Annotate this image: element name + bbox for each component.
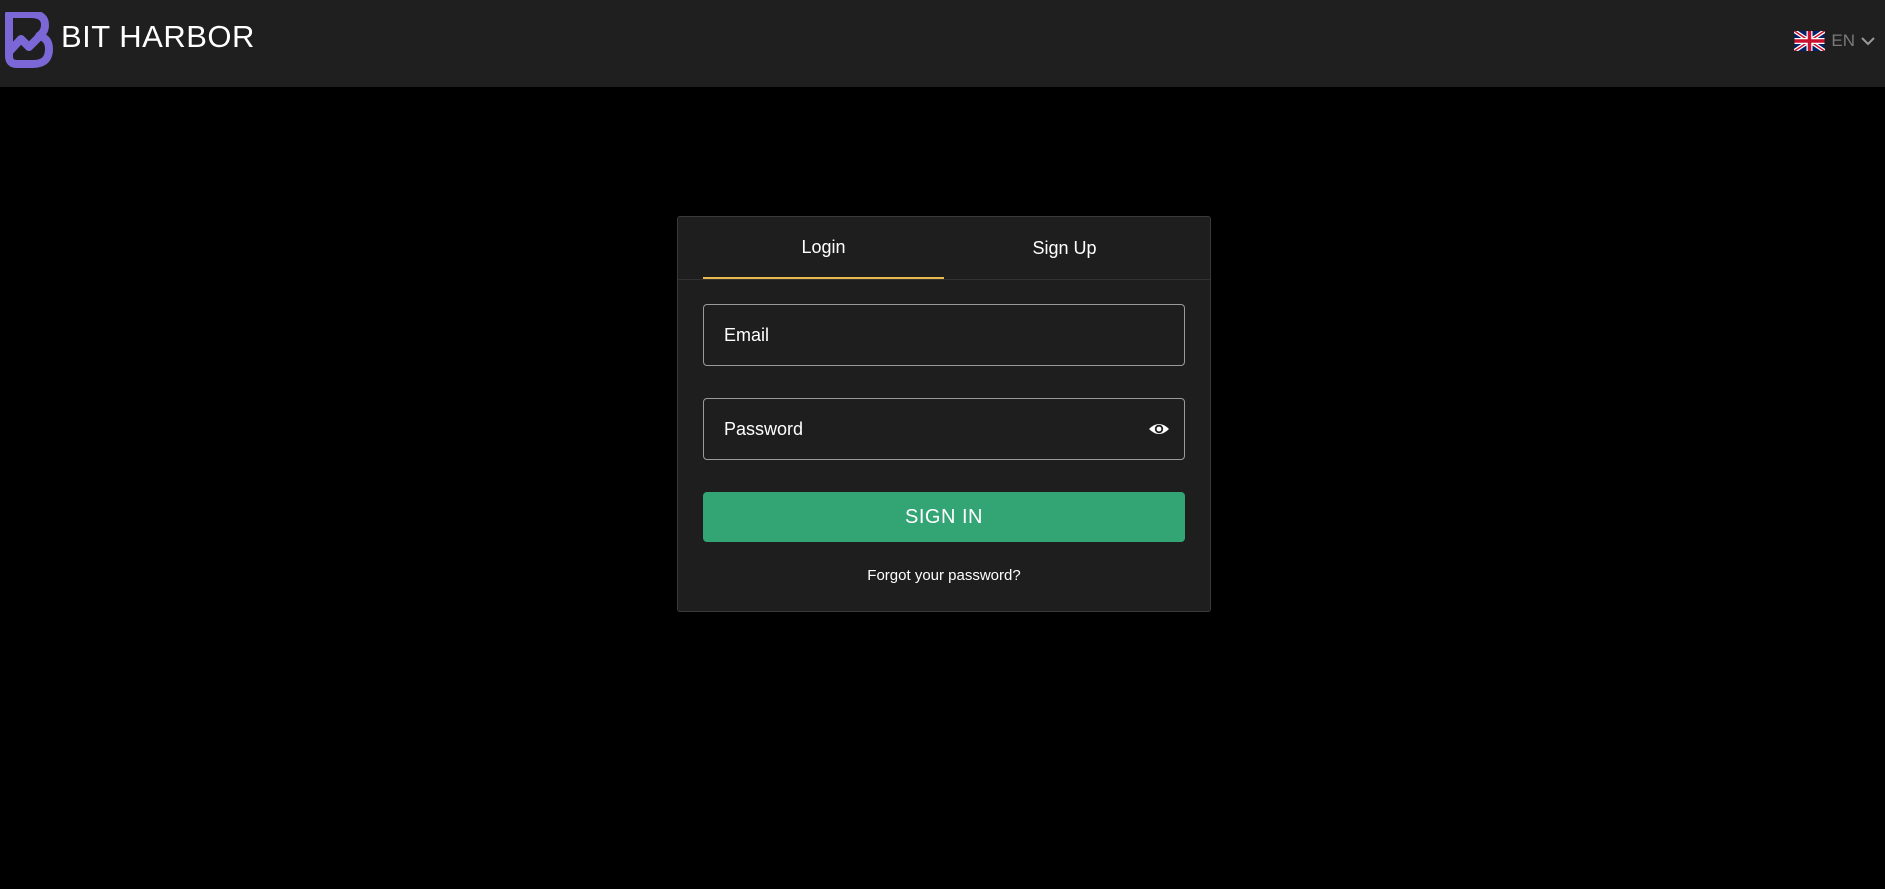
sign-in-button[interactable]: SIGN IN: [703, 492, 1185, 542]
chevron-down-icon: [1861, 37, 1875, 46]
brand[interactable]: BIT HARBOR: [3, 11, 255, 69]
brand-name: BIT HARBOR: [61, 18, 255, 54]
password-field-container: [703, 398, 1185, 460]
language-selector[interactable]: EN: [1794, 31, 1875, 51]
forgot-password-link[interactable]: Forgot your password?: [678, 567, 1210, 584]
email-field-container: [703, 304, 1185, 366]
auth-tabs: Login Sign Up: [678, 217, 1210, 280]
uk-flag-icon: [1794, 31, 1826, 51]
eye-icon[interactable]: [1148, 421, 1170, 437]
bit-harbor-logo-icon: [5, 11, 53, 68]
language-code: EN: [1831, 31, 1855, 50]
password-input[interactable]: [722, 417, 1148, 441]
auth-card: Login Sign Up SIGN IN Forgot your passwo…: [677, 216, 1211, 612]
tab-login[interactable]: Login: [703, 217, 944, 279]
top-navbar: BIT HARBOR EN: [0, 0, 1885, 87]
tab-sign-up[interactable]: Sign Up: [944, 217, 1185, 279]
email-input[interactable]: [722, 323, 1170, 347]
